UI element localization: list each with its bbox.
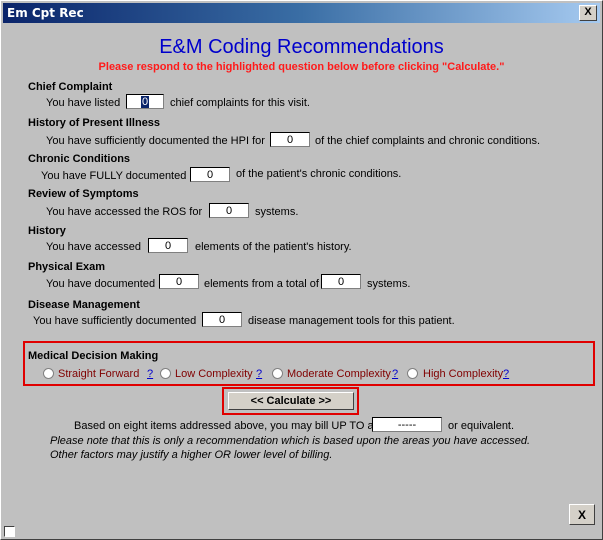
history-count-field[interactable]: 0 <box>148 238 188 253</box>
disease-count-field[interactable]: 0 <box>202 312 242 327</box>
window-title: Em Cpt Rec <box>7 6 84 20</box>
disease-pre: You have sufficiently documented <box>33 315 197 327</box>
radio-straight-forward[interactable] <box>43 368 54 379</box>
result-pre-text: Based on eight items addressed above, yo… <box>74 420 374 432</box>
straight-forward-label[interactable]: Straight Forward <box>58 368 139 380</box>
radio-high-complexity[interactable] <box>407 368 418 379</box>
exam-mid: elements from a total of <box>204 278 319 290</box>
ros-post: systems. <box>255 206 299 218</box>
calculate-button[interactable]: << Calculate >> <box>228 392 354 410</box>
exam-systems-field[interactable]: 0 <box>321 274 361 289</box>
exam-elements-field[interactable]: 0 <box>159 274 199 289</box>
exam-post: systems. <box>367 278 411 290</box>
close-icon: X <box>584 6 592 18</box>
chronic-pre: You have FULLY documented <box>41 170 187 182</box>
chief-complaint-pre: You have listed <box>46 97 121 109</box>
title-close-button[interactable]: X <box>579 5 597 21</box>
straight-forward-help-link[interactable]: ? <box>147 368 153 380</box>
low-complexity-help-link[interactable]: ? <box>256 368 262 380</box>
disease-post: disease management tools for this patien… <box>248 315 455 327</box>
moderate-complexity-help-link[interactable]: ? <box>392 368 398 380</box>
chronic-post: of the patient's chronic conditions. <box>236 168 402 180</box>
history-post: elements of the patient's history. <box>195 241 352 253</box>
hpi-post: of the chief complaints and chronic cond… <box>315 135 541 147</box>
moderate-complexity-label[interactable]: Moderate Complexity <box>287 368 391 380</box>
high-complexity-help-link[interactable]: ? <box>503 368 509 380</box>
chronic-conditions-label: Chronic Conditions <box>28 153 131 165</box>
chief-complaint-count-field[interactable]: 0 <box>126 94 164 109</box>
mdm-label: Medical Decision Making <box>28 350 159 362</box>
exam-pre: You have documented <box>46 278 156 290</box>
low-complexity-label[interactable]: Low Complexity <box>175 368 253 380</box>
chief-complaint-label: Chief Complaint <box>28 81 113 93</box>
ros-count-field[interactable]: 0 <box>209 203 249 218</box>
hpi-label: History of Present Illness <box>28 117 161 129</box>
warning-message: Please respond to the highlighted questi… <box>98 61 505 73</box>
chief-complaint-post: chief complaints for this visit. <box>170 97 310 109</box>
billing-code-field: ----- <box>372 417 442 432</box>
chronic-count-field[interactable]: 0 <box>190 167 230 182</box>
footer-checkbox[interactable] <box>4 526 15 537</box>
disease-management-label: Disease Management <box>28 299 140 311</box>
page-title: E&M Coding Recommendations <box>159 36 444 58</box>
calculate-highlight-box: << Calculate >> <box>222 387 359 415</box>
ros-label: Review of Symptoms <box>28 188 139 200</box>
high-complexity-label[interactable]: High Complexity <box>423 368 503 380</box>
disclaimer-line-2: Other factors may justify a higher OR lo… <box>50 449 333 461</box>
close-button[interactable]: X <box>569 504 595 525</box>
history-label: History <box>28 225 66 237</box>
history-pre: You have accessed <box>46 241 141 253</box>
hpi-pre: You have sufficiently documented the HPI… <box>46 135 265 147</box>
result-post-text: or equivalent. <box>448 420 515 432</box>
ros-pre: You have accessed the ROS for <box>46 206 203 218</box>
radio-low-complexity[interactable] <box>160 368 171 379</box>
physical-exam-label: Physical Exam <box>28 261 106 273</box>
hpi-count-field[interactable]: 0 <box>270 132 310 147</box>
radio-moderate-complexity[interactable] <box>272 368 283 379</box>
disclaimer-line-1: Please note that this is only a recommen… <box>50 435 531 447</box>
title-bar[interactable]: Em Cpt Rec X <box>3 3 600 23</box>
